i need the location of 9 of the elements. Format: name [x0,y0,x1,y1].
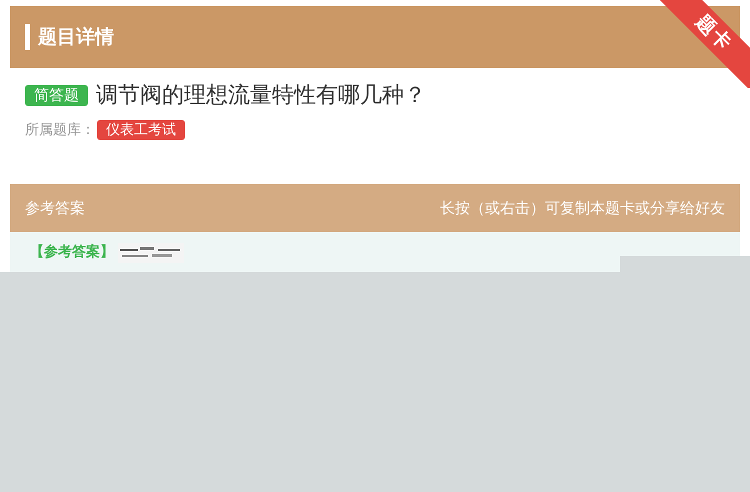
section-title: 题目详情 [38,25,114,50]
share-hint: 长按（或右击）可复制本题卡或分享给好友 [440,198,725,218]
bank-tag[interactable]: 仪表工考试 [97,120,185,140]
title-bar-mark [25,24,30,50]
bank-label: 所属题库： [25,121,95,139]
question-text: 调节阀的理想流量特性有哪几种？ [96,82,426,110]
answer-label: 【参考答案】 [30,243,114,261]
type-badge: 简答题 [25,84,88,106]
answer-title: 参考答案 [25,198,85,218]
